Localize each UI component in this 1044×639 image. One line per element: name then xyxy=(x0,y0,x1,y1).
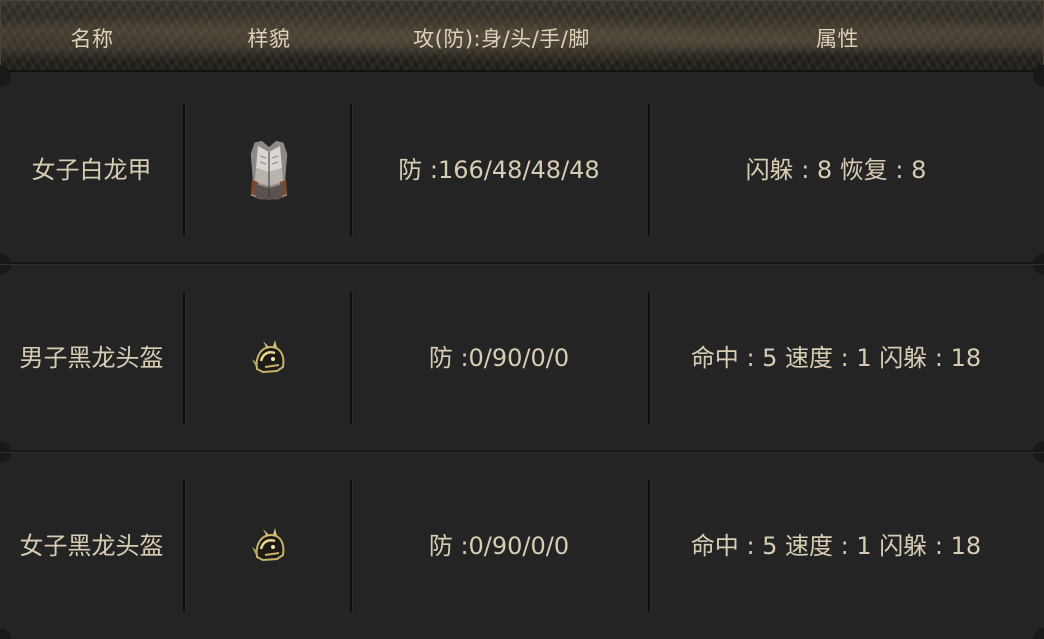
item-name: 女子黑龙头盔 xyxy=(19,532,164,560)
item-stats: 防 :0/90/0/0 xyxy=(428,532,570,560)
table-row: 女子黑龙头盔 防 :0/90/0/0 命中 : 5 速度 : 1 闪躲 : 18 xyxy=(0,452,1044,639)
item-attributes: 闪躲 : 8 恢复 : 8 xyxy=(745,156,927,184)
item-name: 女子白龙甲 xyxy=(31,156,152,184)
item-stats: 防 :0/90/0/0 xyxy=(428,344,570,372)
white-armor-icon xyxy=(249,139,289,201)
column-divider xyxy=(183,292,185,424)
header-name: 名称 xyxy=(70,27,114,51)
black-helmet-icon xyxy=(252,340,285,374)
header-stats: 攻(防):身/头/手/脚 xyxy=(413,27,590,51)
column-divider xyxy=(183,104,185,236)
header-look: 样貌 xyxy=(247,27,291,51)
item-attributes: 命中 : 5 速度 : 1 闪躲 : 18 xyxy=(690,344,982,372)
equipment-table: 名称 样貌 攻(防):身/头/手/脚 属性 女子白龙甲 防 :166/48/48… xyxy=(0,0,1044,639)
black-helmet-icon xyxy=(252,528,285,562)
column-divider xyxy=(183,480,185,612)
item-name: 男子黑龙头盔 xyxy=(19,344,164,372)
table-row: 女子白龙甲 防 :166/48/48/48 闪躲 : 8 恢复 : 8 xyxy=(0,76,1044,264)
table-row: 男子黑龙头盔 防 :0/90/0/0 命中 : 5 速度 : 1 闪躲 : 18 xyxy=(0,264,1044,452)
item-stats: 防 :166/48/48/48 xyxy=(398,156,600,184)
table-header: 名称 样貌 攻(防):身/头/手/脚 属性 xyxy=(0,0,1044,72)
header-attributes: 属性 xyxy=(816,27,859,51)
item-attributes: 命中 : 5 速度 : 1 闪躲 : 18 xyxy=(690,532,982,560)
